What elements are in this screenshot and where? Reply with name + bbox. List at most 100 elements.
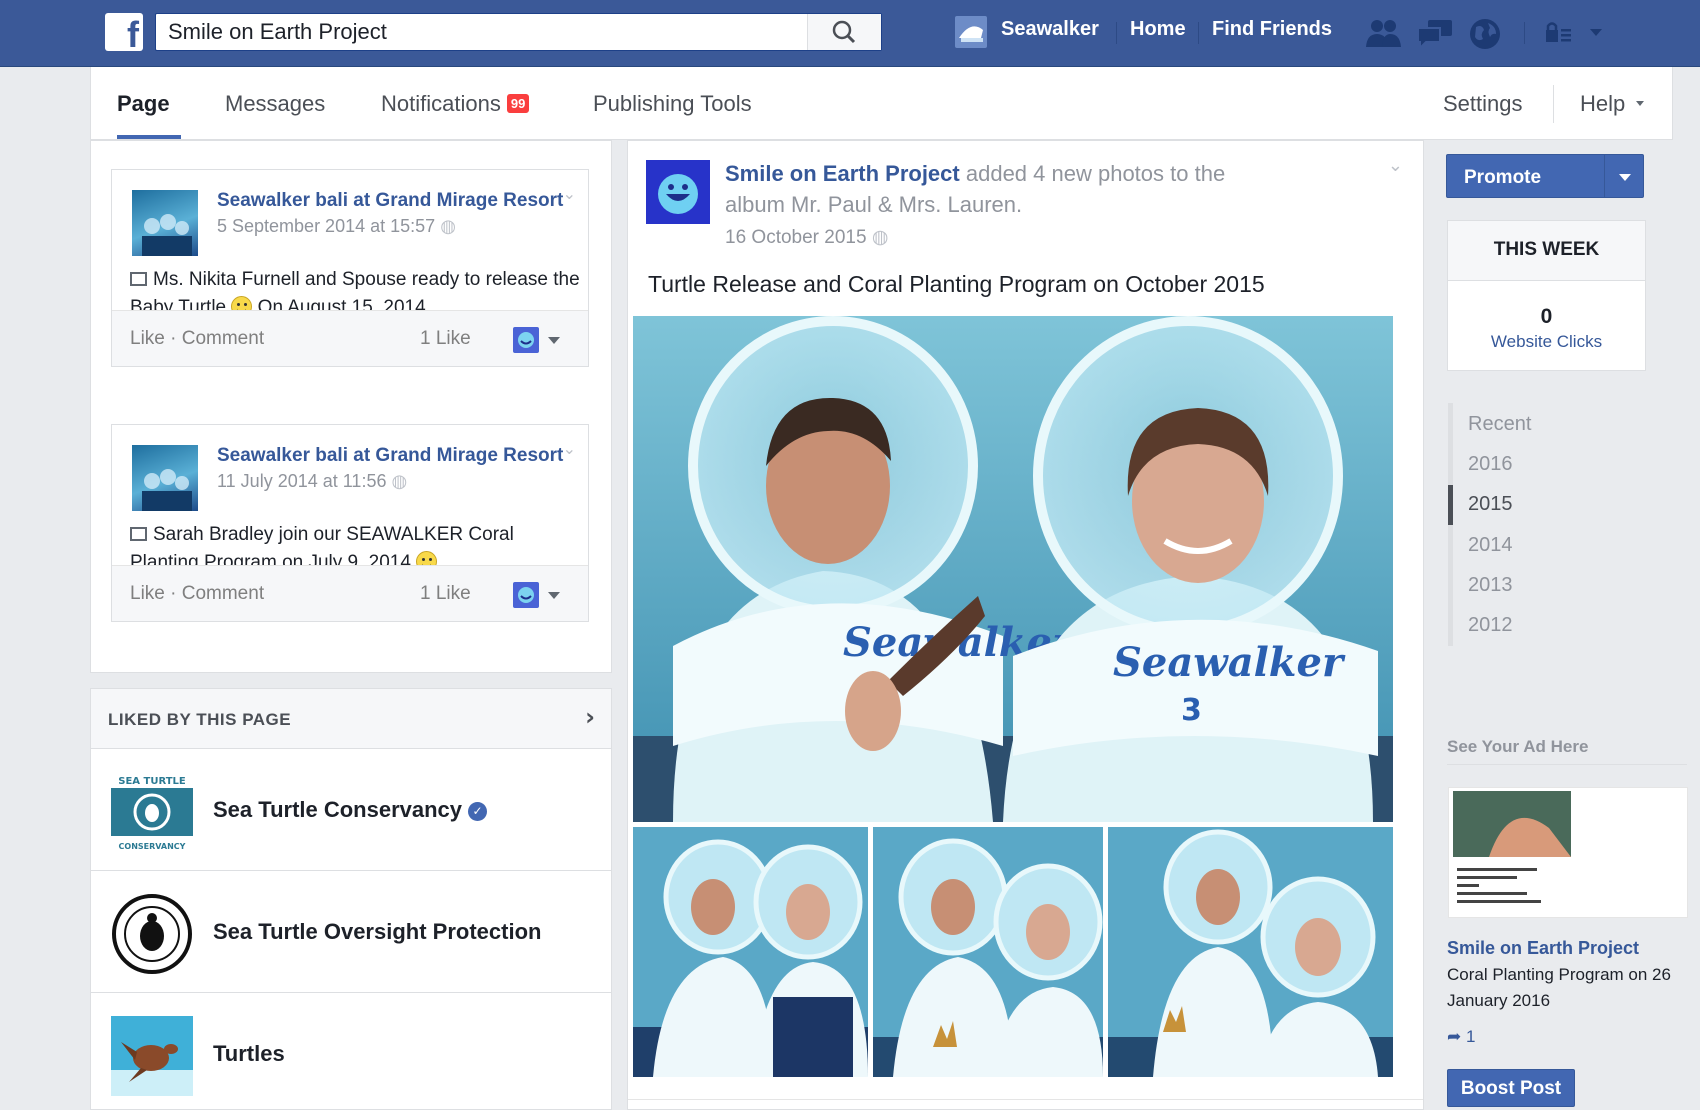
liked-by-header[interactable]: LIKED BY THIS PAGE ›: [91, 689, 611, 749]
facebook-logo-icon[interactable]: f: [105, 13, 143, 51]
search-input[interactable]: [156, 14, 808, 50]
year-nav-2013[interactable]: 2013: [1453, 564, 1563, 604]
post-timestamp[interactable]: 11 July 2014 at 11:56 ◍: [217, 471, 407, 492]
search-box: [155, 13, 882, 51]
like-comment-links[interactable]: Like · Comment: [130, 583, 264, 605]
tab-notifications-label: Notifications: [381, 91, 501, 116]
ad-description: Coral Planting Program on 26 January 201…: [1447, 965, 1671, 1010]
post-thumbnail[interactable]: [132, 445, 198, 511]
search-button[interactable]: [807, 14, 881, 50]
boost-post-button[interactable]: Boost Post: [1447, 1069, 1575, 1107]
promote-label: Promote: [1464, 167, 1542, 188]
friend-requests-button[interactable]: [1364, 17, 1402, 49]
year-nav-2012[interactable]: 2012: [1453, 604, 1563, 644]
liked-page-name-text: Sea Turtle Conservancy: [213, 797, 463, 822]
notifications-button[interactable]: [1468, 17, 1502, 51]
like-comment-links[interactable]: Like · Comment: [130, 328, 264, 350]
smile-avatar-icon: [518, 332, 534, 348]
website-clicks-link[interactable]: Website Clicks: [1448, 332, 1645, 352]
post-options-chevron-down-icon[interactable]: ⌄: [1388, 155, 1403, 176]
left-posts-panel: Seawalker bali at Grand Mirage Resort ⌄ …: [90, 140, 612, 673]
main-album-photo[interactable]: Seawalker Seawalker 3: [633, 316, 1393, 822]
tab-settings[interactable]: Settings: [1443, 91, 1523, 117]
liked-page-name[interactable]: Sea Turtle Conservancy ✓: [213, 797, 488, 823]
year-nav-2015[interactable]: 2015: [1453, 483, 1563, 523]
svg-text:CONSERVANCY: CONSERVANCY: [119, 842, 186, 851]
turtles-logo: [111, 1016, 193, 1096]
friends-icon: [1366, 20, 1401, 47]
this-week-title: THIS WEEK: [1448, 221, 1645, 281]
promote-chevron-down-icon[interactable]: [1619, 174, 1631, 181]
album-photo-thumbnail[interactable]: [633, 827, 868, 1077]
ad-page-link[interactable]: Smile on Earth Project: [1447, 938, 1639, 959]
ad-shares[interactable]: ➦ 1: [1447, 1027, 1475, 1047]
tab-publishing-tools[interactable]: Publishing Tools: [593, 91, 752, 117]
smile-logo-icon: [646, 160, 710, 224]
nav-separator: [1116, 22, 1117, 44]
globe-icon: ◍: [871, 227, 889, 248]
ad-preview-image[interactable]: [1448, 787, 1688, 918]
acting-as-avatar[interactable]: [513, 327, 539, 353]
like-count-link[interactable]: 1 Like: [420, 583, 471, 605]
acting-as-avatar[interactable]: [513, 582, 539, 608]
account-menu-chevron-down-icon[interactable]: [1590, 29, 1602, 36]
messages-button[interactable]: [1416, 17, 1454, 49]
tab-separator: [1553, 85, 1554, 123]
verified-badge-icon: ✓: [468, 802, 488, 821]
post-footer: Like · Comment 1 Like: [112, 310, 588, 366]
photo-icon: [130, 527, 147, 541]
acting-as-chevron-down-icon[interactable]: [548, 337, 560, 344]
acting-as-chevron-down-icon[interactable]: [548, 592, 560, 599]
post-author-link[interactable]: Seawalker bali at Grand Mirage Resort: [217, 190, 563, 212]
tab-messages[interactable]: Messages: [225, 91, 325, 117]
post-options-chevron-down-icon[interactable]: ⌄: [563, 184, 576, 203]
year-nav-2014[interactable]: 2014: [1453, 524, 1563, 564]
post-author-link[interactable]: Seawalker bali at Grand Mirage Resort: [217, 445, 563, 467]
post-options-chevron-down-icon[interactable]: ⌄: [563, 439, 576, 458]
post-timestamp[interactable]: 5 September 2014 at 15:57 ◍: [217, 216, 456, 237]
globe-icon: ◍: [440, 216, 456, 236]
photo-icon: [130, 272, 147, 286]
liked-by-this-page-panel: LIKED BY THIS PAGE › SEA TURTLE CONSERVAN…: [90, 688, 612, 1110]
album-photo-thumbnail[interactable]: [1108, 827, 1393, 1077]
chevron-right-icon[interactable]: ›: [585, 703, 595, 731]
tab-notifications[interactable]: Notifications 99: [381, 91, 530, 117]
tab-help[interactable]: Help: [1580, 91, 1625, 117]
like-count-link[interactable]: 1 Like: [420, 328, 471, 350]
profile-avatar[interactable]: [955, 16, 987, 48]
lock-menu-icon: [1546, 22, 1571, 42]
album-photo-thumbnail[interactable]: [873, 827, 1103, 1077]
privacy-shortcuts-button[interactable]: [1544, 21, 1574, 45]
search-icon: [832, 20, 856, 44]
svg-text:3: 3: [1181, 693, 1202, 728]
home-link[interactable]: Home: [1130, 18, 1186, 41]
post-divider: [628, 1099, 1423, 1100]
share-icon: ➦: [1447, 1027, 1462, 1046]
timeline-post: Smile on Earth Project added 4 new photo…: [627, 140, 1424, 1110]
post-page-link[interactable]: Smile on Earth Project: [725, 161, 960, 186]
svg-text:Seawalker: Seawalker: [1113, 639, 1346, 686]
post-thumbnail[interactable]: [132, 190, 198, 256]
seawalker-avatar-icon: [955, 16, 987, 48]
liked-page-item[interactable]: SEA TURTLE CONSERVANCY Sea Turtle Conserv…: [91, 749, 611, 871]
post-footer: Like · Comment 1 Like: [112, 565, 588, 621]
liked-page-item[interactable]: Turtles: [91, 993, 611, 1110]
post-header-text: Smile on Earth Project added 4 new photo…: [725, 158, 1285, 220]
promote-button[interactable]: Promote: [1446, 154, 1644, 198]
post-date: 5 September 2014 at 15:57: [217, 216, 436, 236]
liked-page-name[interactable]: Turtles: [213, 1041, 285, 1067]
website-clicks-count[interactable]: 0: [1448, 305, 1645, 329]
this-week-insights-box: THIS WEEK 0 Website Clicks: [1447, 220, 1646, 371]
tab-page[interactable]: Page: [117, 91, 170, 117]
post-timestamp[interactable]: 16 October 2015 ◍: [725, 226, 888, 249]
page-avatar[interactable]: [646, 160, 710, 224]
liked-page-name[interactable]: Sea Turtle Oversight Protection: [213, 919, 541, 945]
tab-help-label: Help: [1580, 91, 1626, 116]
liked-page-item[interactable]: Sea Turtle Oversight Protection: [91, 871, 611, 993]
liked-by-title: LIKED BY THIS PAGE: [108, 710, 292, 729]
year-nav-recent[interactable]: Recent: [1453, 403, 1563, 443]
profile-name-link[interactable]: Seawalker: [1001, 18, 1099, 41]
sea-turtle-conservancy-logo: SEA TURTLE CONSERVANCY: [111, 772, 193, 852]
year-nav-2016[interactable]: 2016: [1453, 443, 1563, 483]
find-friends-link[interactable]: Find Friends: [1212, 18, 1332, 41]
